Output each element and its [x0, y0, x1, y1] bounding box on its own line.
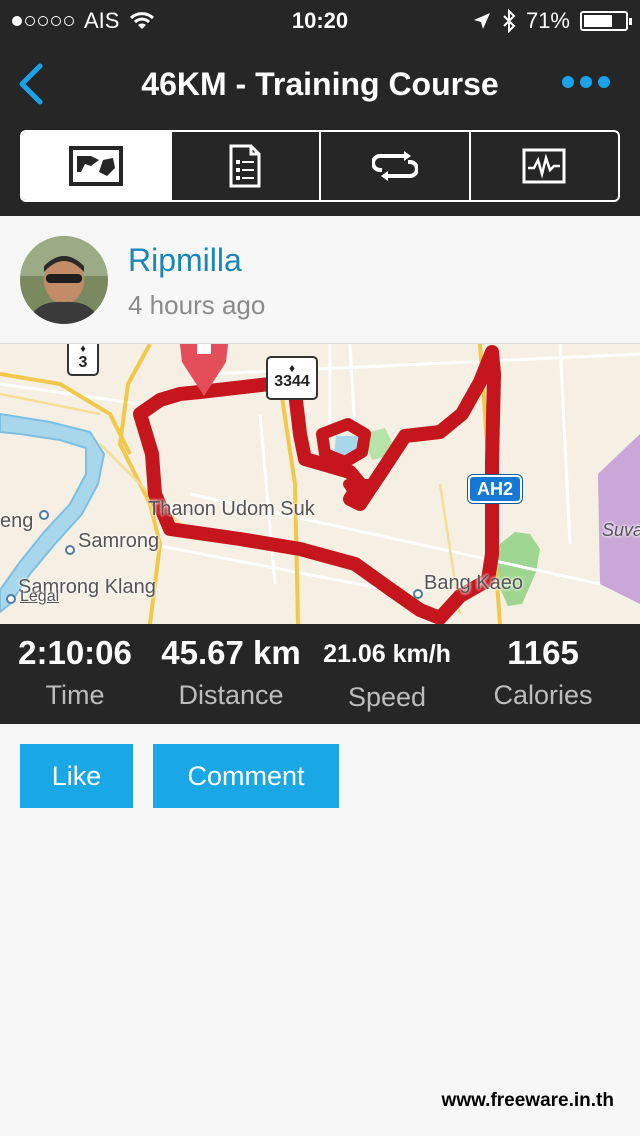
activity-stats: 2:10:06 Time 45.67 km Distance 21.06 km/…: [0, 624, 640, 724]
comment-button[interactable]: Comment: [153, 744, 339, 808]
page-title: 46KM - Training Course: [141, 66, 499, 102]
route-map[interactable]: ♦ 3 ♦ 3344 AH2 Thanon Udom Suk eng Samrong…: [0, 344, 640, 624]
stat-speed: 21.06 km/h Speed: [312, 634, 462, 713]
location-arrow-icon: [473, 13, 490, 29]
stat-distance-value: 45.67 km: [161, 634, 301, 671]
stat-calories-label: Calories: [493, 680, 593, 710]
route-3344-shield: ♦ 3344: [266, 356, 318, 400]
stat-time-value: 2:10:06: [18, 634, 132, 671]
battery-percent: 71%: [525, 8, 570, 33]
avatar[interactable]: [20, 236, 108, 324]
bluetooth-icon: [503, 9, 516, 33]
stat-calories: 1165 Calories: [468, 634, 618, 711]
map-label-eng: eng: [0, 510, 34, 532]
stat-time-label: Time: [45, 680, 105, 710]
view-tabs-bar: [0, 128, 640, 216]
map-label-samrong: Samrong: [78, 530, 160, 552]
repeat-icon: [371, 151, 418, 181]
navigation-bar: 46KM - Training Course: [0, 40, 640, 128]
activity-owner: Ripmilla 4 hours ago: [0, 216, 640, 344]
activity-chart-icon: [522, 148, 566, 184]
segmented-control: [20, 130, 620, 202]
like-button[interactable]: Like: [20, 744, 133, 808]
back-chevron-icon[interactable]: [14, 62, 48, 106]
tab-charts[interactable]: [471, 132, 619, 200]
route-3-shield: ♦ 3: [67, 344, 99, 376]
more-options-icon[interactable]: [562, 76, 610, 88]
tab-map[interactable]: [22, 132, 172, 200]
status-bar: AIS 10:20 71%: [0, 0, 640, 40]
ah2-highway-shield: AH2: [467, 474, 523, 504]
stat-time: 2:10:06 Time: [0, 634, 150, 711]
map-legal-link[interactable]: Legal: [20, 588, 59, 606]
battery-icon: [580, 11, 632, 31]
tab-laps[interactable]: [321, 132, 471, 200]
watermark: www.freeware.in.th: [441, 1090, 614, 1111]
map-label-suva: Suva: [602, 520, 640, 540]
stat-distance-label: Distance: [178, 680, 284, 710]
map-icon: [68, 146, 123, 186]
stat-calories-value: 1165: [507, 634, 579, 671]
stat-speed-label: Speed: [347, 682, 427, 712]
stat-distance: 45.67 km Distance: [155, 634, 307, 711]
user-name-link[interactable]: Ripmilla: [128, 242, 242, 279]
document-list-icon: [229, 144, 261, 188]
stat-speed-value: 21.06 km/h: [323, 640, 451, 668]
activity-timestamp: 4 hours ago: [128, 290, 266, 320]
map-label-thanon-udom-suk: Thanon Udom Suk: [148, 498, 315, 520]
map-label-bang-kaeo: Bang Kaeo: [424, 572, 523, 594]
tab-details[interactable]: [172, 132, 321, 200]
